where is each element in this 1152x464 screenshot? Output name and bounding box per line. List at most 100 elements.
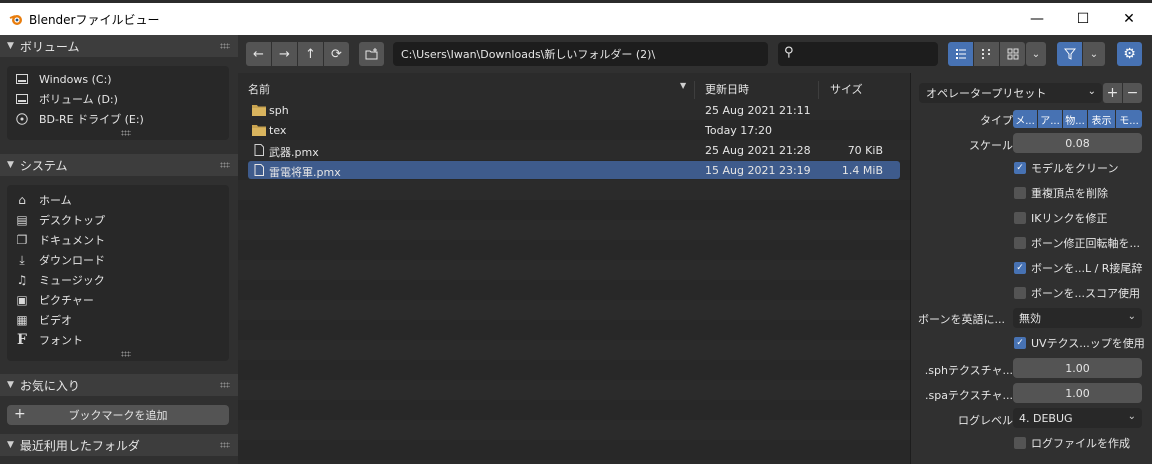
display-thumbnails-button[interactable] xyxy=(1000,42,1025,66)
display-horizontal-list-button[interactable] xyxy=(974,42,999,66)
sidebar-item-label: ダウンロード xyxy=(39,254,105,267)
sort-descending-icon[interactable]: ▼ xyxy=(680,81,686,90)
bone-fix-axis-checkbox[interactable]: ボーン修正回転軸を... xyxy=(1014,235,1140,251)
display-options-dropdown[interactable]: ⌄ xyxy=(1026,42,1046,66)
path-input[interactable]: C:\Users\Iwan\Downloads\新しいフォルダー (2)\ xyxy=(393,42,768,66)
file-size: 70 KiB xyxy=(847,144,883,157)
panel-header-favorites[interactable]: ▼ お気に入り xyxy=(0,374,238,396)
filter-toggle-button[interactable] xyxy=(1057,42,1082,66)
sidebar-item-home[interactable]: ⌂ ホーム xyxy=(15,190,72,210)
arrow-up-icon: ↑ xyxy=(305,46,316,62)
settings-button[interactable]: ⚙ xyxy=(1117,42,1142,66)
maximize-button[interactable]: ☐ xyxy=(1060,3,1106,35)
bone-lr-suffix-checkbox[interactable]: ✓ ボーンを...L / R接尾辞 xyxy=(1014,260,1142,276)
sidebar-item-videos[interactable]: ▦ ビデオ xyxy=(15,310,72,330)
file-list: 名前 ▼ 更新日時 サイズ sph 25 Aug 2021 21:11 tex … xyxy=(238,73,910,464)
type-button-morph[interactable]: モ... xyxy=(1116,110,1142,128)
sidebar-item-desktop[interactable]: ▤ デスクトップ xyxy=(15,210,105,230)
sidebar-item-music[interactable]: ♫ ミュージック xyxy=(15,270,105,290)
panel-header-volumes[interactable]: ▼ ボリューム xyxy=(0,35,238,57)
add-bookmark-button[interactable]: + ブックマークを追加 xyxy=(7,405,229,425)
column-separator[interactable] xyxy=(694,81,695,99)
resize-grip-icon[interactable] xyxy=(121,351,131,357)
drag-grip-icon[interactable] xyxy=(220,162,230,168)
file-date: 15 Aug 2021 23:19 xyxy=(705,164,811,177)
vertical-list-icon xyxy=(955,49,966,59)
refresh-button[interactable]: ⟳ xyxy=(324,42,349,66)
bone-underscore-checkbox[interactable]: ボーンを...スコア使用 xyxy=(1014,285,1140,301)
fix-ik-links-checkbox[interactable]: IKリンクを修正 xyxy=(1014,210,1107,226)
uv-texture-checkbox[interactable]: ✓ UVテクス...ップを使用 xyxy=(1014,335,1145,351)
file-date: 25 Aug 2021 21:28 xyxy=(705,144,811,157)
column-date-header[interactable]: 更新日時 xyxy=(705,81,749,97)
create-log-checkbox[interactable]: ログファイルを作成 xyxy=(1014,435,1130,451)
type-button-display[interactable]: 表示 xyxy=(1088,110,1115,128)
sidebar-item-volume-d[interactable]: ボリューム (D:) xyxy=(15,89,118,109)
minimize-icon: — xyxy=(1030,11,1044,27)
remove-doubles-checkbox[interactable]: 重複頂点を削除 xyxy=(1014,185,1108,201)
forward-button[interactable]: → xyxy=(272,42,297,66)
checkbox-label: ボーンを...L / R接尾辞 xyxy=(1031,262,1143,275)
spa-texture-field[interactable]: 1.00 xyxy=(1013,383,1142,403)
list-row-bg xyxy=(238,180,910,200)
gear-icon: ⚙ xyxy=(1123,46,1136,62)
type-label: タイプ xyxy=(980,114,1013,127)
type-button-label: モ... xyxy=(1119,115,1139,127)
filter-options-dropdown[interactable]: ⌄ xyxy=(1083,42,1105,66)
bone-english-dropdown[interactable]: 無効 ⌄ xyxy=(1013,308,1142,328)
drag-grip-icon[interactable] xyxy=(220,442,230,448)
panel-title-volumes: ボリューム xyxy=(19,39,80,54)
column-name-header[interactable]: 名前 xyxy=(248,81,270,97)
column-size-header[interactable]: サイズ xyxy=(830,81,863,97)
sph-texture-field[interactable]: 1.00 xyxy=(1013,358,1142,378)
collapse-triangle-icon: ▼ xyxy=(7,440,14,450)
sidebar-item-windows-c[interactable]: Windows (C:) xyxy=(15,69,112,89)
panel-header-recent[interactable]: ▼ 最近利用したフォルダ xyxy=(0,434,238,456)
checkbox-label: UVテクス...ップを使用 xyxy=(1031,337,1145,350)
type-button-physics[interactable]: 物... xyxy=(1063,110,1087,128)
sidebar-item-bd-re-e[interactable]: BD-RE ドライブ (E:) xyxy=(15,109,144,129)
resize-grip-icon[interactable] xyxy=(121,130,131,136)
sidebar-item-downloads[interactable]: ⤓ ダウンロード xyxy=(15,250,105,270)
font-icon: F xyxy=(17,332,27,348)
arrow-left-icon: ← xyxy=(253,46,264,62)
operator-preset-dropdown[interactable]: オペレータープリセット ⌄ xyxy=(919,83,1102,103)
sidebar: ▼ ボリューム Windows (C:) ボリューム (D:) BD-RE ドラ… xyxy=(0,35,238,464)
sidebar-item-pictures[interactable]: ▣ ピクチャー xyxy=(15,290,94,310)
sidebar-item-fonts[interactable]: F フォント xyxy=(15,330,83,350)
scale-field[interactable]: 0.08 xyxy=(1013,133,1142,153)
sidebar-item-documents[interactable]: ❐ ドキュメント xyxy=(15,230,105,250)
list-row-bg xyxy=(238,240,910,260)
display-vertical-list-button[interactable] xyxy=(948,42,973,66)
video-icon: ▦ xyxy=(16,313,28,327)
log-level-dropdown[interactable]: 4. DEBUG ⌄ xyxy=(1013,408,1142,428)
operator-preset-label: オペレータープリセット xyxy=(926,87,1047,100)
remove-preset-button[interactable]: − xyxy=(1123,83,1142,103)
drag-grip-icon[interactable] xyxy=(220,382,230,388)
type-button-mesh[interactable]: メ... xyxy=(1013,110,1037,128)
chevron-down-icon: ⌄ xyxy=(1089,48,1099,60)
file-row-weapon-pmx[interactable]: 武器.pmx 25 Aug 2021 21:28 70 KiB xyxy=(248,141,900,159)
close-button[interactable]: ✕ xyxy=(1106,3,1152,35)
search-input[interactable]: ⚲ xyxy=(778,42,938,66)
file-icon xyxy=(254,144,264,156)
parent-directory-button[interactable]: ↑ xyxy=(298,42,323,66)
file-row-tex[interactable]: tex Today 17:20 xyxy=(248,121,900,139)
add-preset-button[interactable]: + xyxy=(1103,83,1122,103)
plus-icon: + xyxy=(14,406,26,422)
file-row-raiden-pmx[interactable]: 雷電将軍.pmx 15 Aug 2021 23:19 1.4 MiB xyxy=(248,161,900,179)
panel-header-system[interactable]: ▼ システム xyxy=(0,154,238,176)
sidebar-item-label: ホーム xyxy=(39,194,72,207)
new-folder-button[interactable] xyxy=(359,42,384,66)
drive-icon xyxy=(15,92,29,106)
type-button-armature[interactable]: ア... xyxy=(1038,110,1062,128)
collapse-triangle-icon: ▼ xyxy=(7,380,14,390)
drag-grip-icon[interactable] xyxy=(220,43,230,49)
bone-english-value: 無効 xyxy=(1019,312,1041,325)
file-name: sph xyxy=(269,104,289,117)
file-row-sph[interactable]: sph 25 Aug 2021 21:11 xyxy=(248,101,900,119)
minimize-button[interactable]: — xyxy=(1014,3,1060,35)
clean-model-checkbox[interactable]: ✓ モデルをクリーン xyxy=(1014,160,1118,176)
column-separator[interactable] xyxy=(818,81,819,99)
back-button[interactable]: ← xyxy=(246,42,271,66)
